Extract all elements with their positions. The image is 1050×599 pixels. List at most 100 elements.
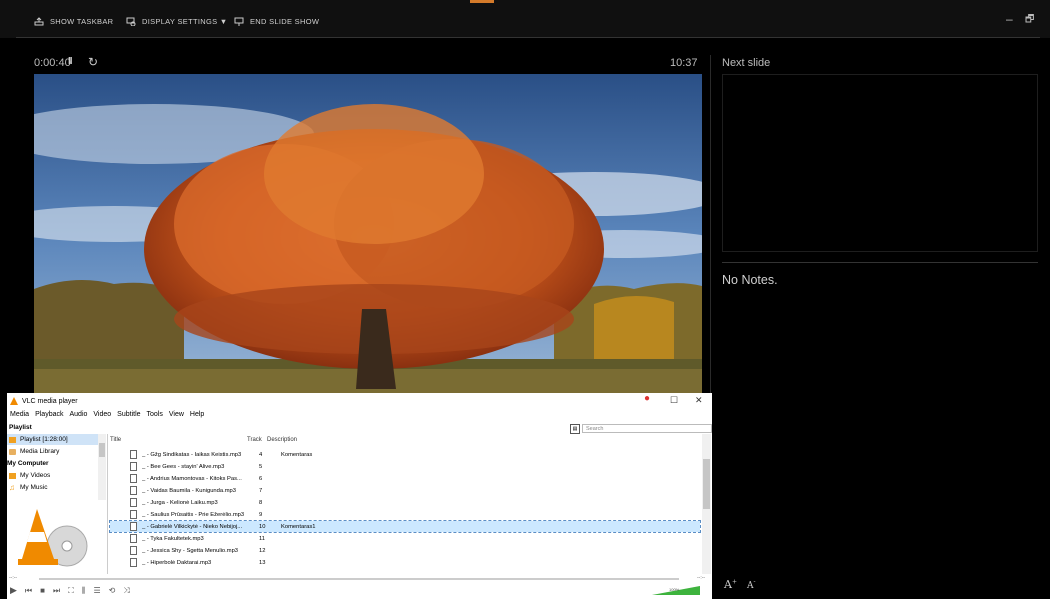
menu-subtitle[interactable]: Subtitle [117, 411, 140, 418]
end-slide-show-button[interactable]: END SLIDE SHOW [234, 17, 319, 26]
decrease-font-button[interactable]: A- [747, 578, 756, 591]
row-track: 5 [259, 463, 263, 470]
scrollbar-thumb[interactable] [703, 459, 710, 509]
row-title: _ - Tyka Fakultetek.mp3 [142, 535, 204, 542]
extended-settings-icon[interactable]: ⫼ [82, 586, 86, 596]
playlist-toggle-icon[interactable]: ☰ [93, 586, 100, 595]
file-icon [130, 546, 137, 555]
file-icon [130, 522, 137, 531]
file-icon [130, 474, 137, 483]
row-track: 11 [259, 535, 266, 542]
sidebar-item-my-videos[interactable]: My Videos [9, 472, 50, 479]
sidebar-media-library-label: Media Library [20, 448, 60, 455]
file-icon [130, 498, 137, 507]
column-track[interactable]: Track [247, 437, 262, 443]
playlist-row[interactable]: _ - Jessica Shy - Sgetta Menulio.mp3 12 [110, 545, 700, 556]
sidebar-item-media-library[interactable]: Media Library [9, 448, 59, 455]
vlc-album-art [18, 509, 88, 567]
vlc-maximize-button[interactable]: ☐ [670, 395, 678, 406]
speaker-notes: No Notes. [722, 273, 778, 287]
playlist-row[interactable]: _ - Andrius Mamontovas - Kitoks Pas... 6 [110, 473, 700, 484]
display-settings-icon [126, 17, 136, 27]
stop-icon[interactable]: ■ [40, 586, 45, 595]
volume-slider[interactable]: 100% [647, 585, 702, 595]
row-title: _ - Saulius Prūsaitis - Prie Ežerėlio.mp… [142, 511, 245, 518]
row-title: _ - Gabrielė Vilkickytė - Nieko Nebijoj.… [142, 523, 243, 530]
row-description: Komentaras [281, 451, 313, 458]
sidebar-my-music-label: My Music [20, 484, 48, 491]
file-icon [130, 534, 137, 543]
next-slide-preview[interactable] [722, 74, 1038, 252]
elapsed-timer: 0:00:40 [34, 57, 71, 69]
restore-button[interactable]: 🗗 [1025, 12, 1034, 29]
sidebar-scrollbar[interactable] [98, 434, 106, 500]
playlist-scrollbar[interactable] [702, 434, 711, 574]
notes-divider [722, 262, 1038, 263]
file-icon [130, 558, 137, 567]
pin-icon[interactable]: ● [644, 393, 650, 404]
sidebar-my-videos-label: My Videos [20, 472, 51, 479]
row-track: 13 [259, 559, 266, 566]
menu-view[interactable]: View [169, 411, 184, 418]
show-taskbar-label: SHOW TASKBAR [50, 17, 114, 26]
row-track: 12 [259, 547, 266, 554]
row-title: _ - Jurga - Kelionė Laiku.mp3 [142, 499, 218, 506]
playlist-row[interactable]: _ - Bee Gees - stayin' Alive.mp3 5 [110, 461, 700, 472]
autumn-tree-image [34, 74, 702, 394]
column-description[interactable]: Description [267, 437, 297, 443]
playlist-row[interactable]: _ - Hiperbolė Daktarai.mp3 13 [110, 557, 700, 568]
shuffle-icon[interactable]: ⤨ [123, 586, 129, 596]
menu-tools[interactable]: Tools [147, 411, 163, 418]
previous-icon[interactable]: ⏮ [25, 586, 32, 596]
sidebar-section-my-computer: My Computer [7, 460, 49, 467]
end-slide-show-label: END SLIDE SHOW [250, 17, 320, 26]
column-title[interactable]: Title [110, 437, 121, 443]
restart-timer-icon[interactable]: ↻ [88, 55, 98, 69]
sidebar-item-my-music[interactable]: ♫ My Music [9, 482, 48, 492]
minimize-button[interactable]: – [1006, 12, 1013, 26]
menu-playback[interactable]: Playback [35, 411, 63, 418]
vlc-close-button[interactable]: ✕ [695, 395, 703, 406]
vlc-title: VLC media player [22, 397, 78, 405]
row-track: 9 [259, 511, 263, 518]
playlist-row[interactable]: _ - Gžg Sindikatas - Iaikas Keistis.mp3 … [110, 449, 700, 460]
menu-video[interactable]: Video [93, 411, 111, 418]
seek-bar[interactable]: --:-- --:-- [9, 575, 709, 583]
row-title: _ - Bee Gees - stayin' Alive.mp3 [142, 463, 225, 470]
playlist-row[interactable]: _ - Tyka Fakultetek.mp3 11 [110, 533, 700, 544]
seek-track[interactable] [39, 578, 679, 580]
videos-icon [9, 472, 16, 479]
display-settings-button[interactable]: DISPLAY SETTINGS ▼ [126, 17, 227, 27]
playlist-row[interactable]: _ - Vaidas Baumila - Kunigunda.mp3 7 [110, 485, 700, 496]
row-description[interactable]: Komentaras1 [281, 524, 481, 530]
increase-font-button[interactable]: A+ [724, 578, 737, 591]
menu-media[interactable]: Media [10, 411, 29, 418]
playlist-row[interactable]: _ - Saulius Prūsaitis - Prie Ežerėlio.mp… [110, 509, 700, 520]
volume-level: 100% [669, 587, 680, 592]
fullscreen-icon[interactable]: ⛶ [68, 586, 74, 596]
current-slide [34, 74, 702, 394]
music-icon: ♫ [9, 482, 15, 492]
presenter-toolbar: SHOW TASKBAR DISPLAY SETTINGS ▼ END SLID… [0, 0, 1050, 38]
playlist-view-icon[interactable]: ▤ [570, 424, 580, 434]
playlist-row[interactable]: _ - Jurga - Kelionė Laiku.mp3 8 [110, 497, 700, 508]
pause-timer-button[interactable]: II [68, 56, 72, 67]
next-icon[interactable]: ⏭ [53, 586, 60, 596]
menu-audio[interactable]: Audio [69, 411, 87, 418]
media-library-icon [9, 448, 16, 455]
menu-help[interactable]: Help [190, 411, 204, 418]
row-track: 10 [259, 523, 266, 530]
show-taskbar-button[interactable]: SHOW TASKBAR [34, 17, 113, 26]
file-icon [130, 462, 137, 471]
playlist-row-selected[interactable]: _ - Gabrielė Vilkickytė - Nieko Nebijoj.… [109, 520, 701, 533]
search-input[interactable]: Search [582, 424, 712, 433]
playlist-columns: Title Track Description [110, 437, 297, 443]
end-show-icon [234, 17, 244, 26]
loop-icon[interactable]: ⟲ [109, 586, 116, 595]
play-icon[interactable]: ▶ [10, 585, 17, 596]
row-title: _ - Jessica Shy - Sgetta Menulio.mp3 [142, 547, 239, 554]
sidebar-item-playlist[interactable]: Playlist [1:28:00] [9, 436, 68, 443]
total-time: --:-- [697, 575, 706, 581]
row-title: _ - Hiperbolė Daktarai.mp3 [142, 559, 212, 566]
file-icon [130, 450, 137, 459]
